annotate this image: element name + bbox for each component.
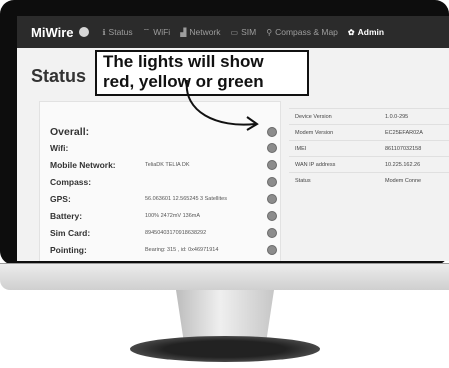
monitor-screen: MiWire ℹ Status ⌔ WiFi ▟ Network ▭ SIM ⚲ Compass … (17, 16, 449, 261)
monitor-stand-neck (176, 290, 274, 342)
monitor-stand-base (130, 336, 320, 362)
monitor-chin (0, 264, 449, 290)
annotation-arrow (185, 79, 259, 131)
